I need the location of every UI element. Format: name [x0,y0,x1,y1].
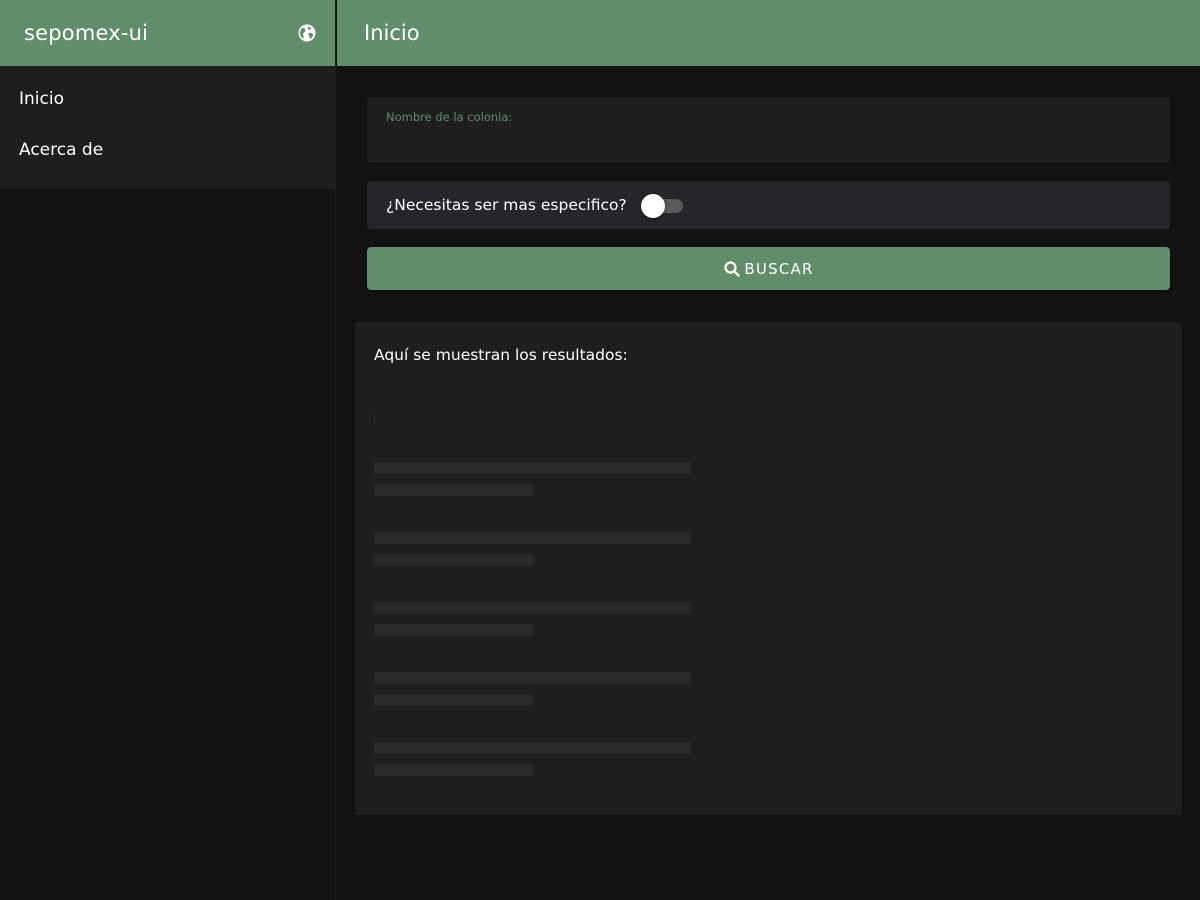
specific-search-row: ¿Necesitas ser mas especifico? [367,181,1170,229]
search-button[interactable]: BUSCAR [367,247,1170,290]
search-icon-graphic [724,260,741,277]
skeleton-list-item [374,602,691,636]
skeleton-line-subtitle [374,484,533,496]
nav-item-label: Acerca de [19,140,104,160]
results-card: Aquí se muestran los resultados: [355,322,1182,815]
page-title: Inicio [364,21,420,45]
specific-search-toggle[interactable] [640,193,685,218]
search-button-label: BUSCAR [744,259,814,278]
top-app-bar: Inicio [337,0,1200,66]
drawer-header: sepomex-ui [0,0,335,66]
colonia-input[interactable] [386,127,1146,155]
skeleton-line-title [374,742,691,754]
nav-list: Inicio Acerca de [0,66,335,189]
nav-item-inicio[interactable]: Inicio [0,66,335,122]
skeleton-list-item [374,532,691,566]
results-divider [374,414,375,424]
navigation-drawer: sepomex-ui Inicio Acerca de [0,0,336,900]
globe-icon[interactable] [297,23,317,43]
skeleton-line-title [374,672,691,684]
nav-item-label: Inicio [19,88,64,109]
colonia-field[interactable]: Nombre de la colonia: [367,97,1170,162]
skeleton-line-title [374,462,691,474]
app-title: sepomex-ui [24,21,149,45]
skeleton-list-item [374,462,691,496]
skeleton-list-item [374,672,691,706]
colonia-field-label: Nombre de la colonia: [386,110,513,124]
skeleton-line-subtitle [374,694,533,706]
specific-search-label: ¿Necesitas ser mas especifico? [386,196,627,214]
skeleton-line-subtitle [374,624,533,636]
search-icon [723,260,741,278]
skeleton-list-item [374,742,691,776]
skeleton-line-subtitle [374,764,533,776]
toggle-thumb[interactable] [640,194,665,218]
skeleton-line-title [374,602,691,614]
skeleton-line-subtitle [374,554,533,566]
results-title: Aquí se muestran los resultados: [374,346,628,364]
skeleton-line-title [374,532,691,544]
main-content: Nombre de la colonia: ¿Necesitas ser mas… [337,66,1200,900]
globe-icon-graphic [298,24,316,42]
nav-item-acerca-de[interactable]: Acerca de [0,122,335,178]
